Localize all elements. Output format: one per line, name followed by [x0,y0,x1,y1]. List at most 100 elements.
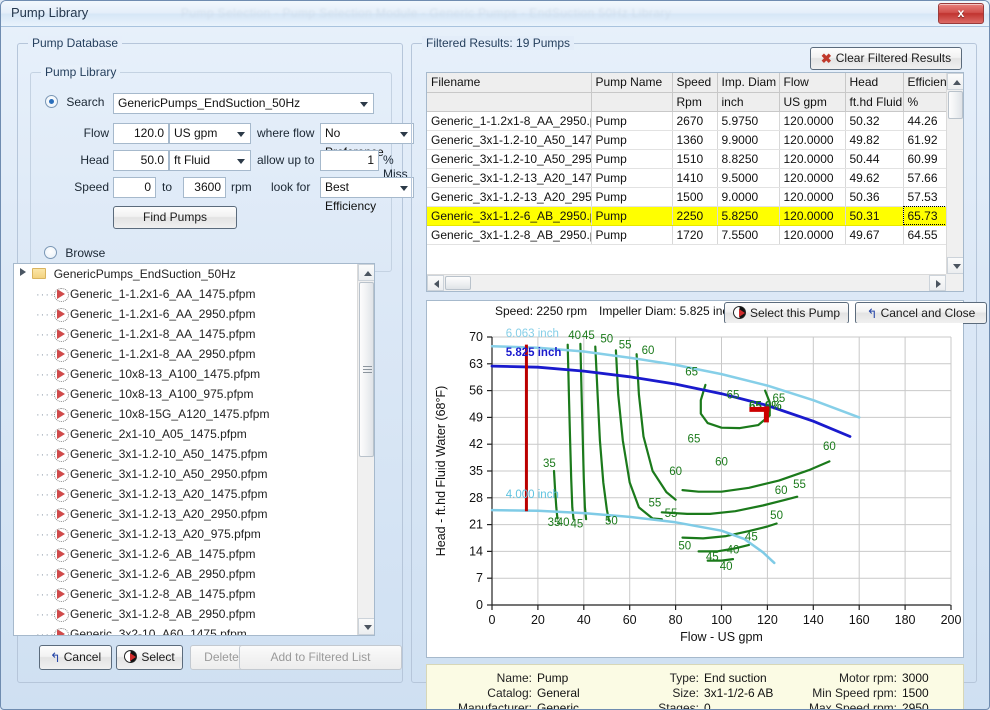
table-cell[interactable]: 65.73 [903,206,946,226]
table-cell[interactable]: 5.8250 [717,206,780,226]
table-cell[interactable]: 50.31 [845,206,904,226]
tree-item[interactable]: ···· Generic_3x1-1.2-10_A50_1475.pfpm [14,444,357,464]
tree-vertical-scrollbar[interactable] [357,264,374,635]
table-cell[interactable]: Generic_3x1-1.2-13_A20_1475.p [427,168,592,188]
table-cell[interactable]: 1410 [672,168,718,188]
table-row[interactable]: Generic_3x1-1.2-13_A20_1475.p Pump 1410 9.5… [427,168,946,188]
clear-filtered-results-button[interactable]: ✖ Clear Filtered Results [810,47,962,70]
scroll-up-icon[interactable] [947,73,963,90]
table-cell[interactable]: Generic_3x1-1.2-13_A20_2950.p [427,187,592,207]
cancel-and-close-button[interactable]: ↰ Cancel and Close [855,302,987,324]
table-cell[interactable]: Pump [591,206,673,226]
table-cell[interactable]: 60.99 [903,149,946,169]
add-to-filtered-list-button[interactable]: Add to Filtered List [239,645,402,670]
scroll-down-icon[interactable] [358,618,374,635]
table-cell[interactable]: 1510 [672,149,718,169]
browse-radio-button[interactable] [44,246,57,259]
head-input[interactable]: 50.0 [113,150,169,171]
table-cell[interactable]: 120.0000 [779,225,846,245]
table-cell[interactable]: 120.0000 [779,206,846,226]
table-cell[interactable]: 49.62 [845,168,904,188]
table-row[interactable]: Generic_3x1-1.2-6_AB_2950.pfp Pump 2250 5.8… [427,206,946,226]
table-cell[interactable]: 57.53 [903,187,946,207]
table-cell[interactable]: 9.0000 [717,187,780,207]
table-cell[interactable]: 2670 [672,111,718,131]
table-row[interactable]: Generic_3x1-1.2-10_A50_2950.p Pump 1510 8.8… [427,149,946,169]
table-row[interactable]: Generic_3x1-1.2-8_AB_2950.pfp Pump 1720 7.5… [427,225,946,245]
pump-file-tree[interactable]: GenericPumps_EndSuction_50Hz ···· Generic… [13,263,375,636]
table-cell[interactable]: Generic_3x1-1.2-10_A50_2950.p [427,149,592,169]
table-cell[interactable]: 9.9000 [717,130,780,150]
scroll-right-icon[interactable] [929,275,946,291]
table-cell[interactable]: Pump [591,168,673,188]
grid-column-header[interactable]: Efficiency [903,73,946,93]
tree-item[interactable]: ···· Generic_3x2-10_A60_1475.pfpm [14,624,357,635]
tree-item[interactable]: ···· Generic_1-1.2x1-6_AA_1475.pfpm [14,284,357,304]
select-this-pump-button[interactable]: Select this Pump [724,302,849,324]
table-cell[interactable]: 9.5000 [717,168,780,188]
table-cell[interactable]: Pump [591,187,673,207]
table-cell[interactable]: 50.36 [845,187,904,207]
grid-column-header[interactable]: Pump Name [591,73,673,93]
tree-item[interactable]: ···· Generic_3x1-1.2-6_AB_1475.pfpm [14,544,357,564]
grid-column-header[interactable]: Flow [779,73,846,93]
table-cell[interactable]: 64.55 [903,225,946,245]
table-row[interactable]: Generic_3x1-1.2-10_A50_1475.p Pump 1360 9.9… [427,130,946,150]
library-select[interactable]: GenericPumps_EndSuction_50Hz [113,93,374,114]
close-button[interactable]: x [938,3,984,24]
table-cell[interactable]: Pump [591,149,673,169]
scroll-left-icon[interactable] [427,275,444,291]
tree-item[interactable]: ···· Generic_3x1-1.2-13_A20_2950.pfpm [14,504,357,524]
table-cell[interactable]: 7.5500 [717,225,780,245]
table-cell[interactable]: 61.92 [903,130,946,150]
table-cell[interactable]: Generic_3x1-1.2-8_AB_2950.pfp [427,225,592,245]
table-cell[interactable]: 1720 [672,225,718,245]
table-cell[interactable]: Pump [591,111,673,131]
find-pumps-button[interactable]: Find Pumps [113,206,237,229]
tree-item[interactable]: ···· Generic_3x1-1.2-8_AB_1475.pfpm [14,584,357,604]
grid-scroll-thumb[interactable] [948,91,963,119]
table-cell[interactable]: Generic_3x1-1.2-6_AB_2950.pfp [427,206,592,226]
scroll-up-icon[interactable] [358,264,374,281]
tree-item[interactable]: ···· Generic_3x1-1.2-8_AB_2950.pfpm [14,604,357,624]
flow-unit-select[interactable]: US gpm [169,123,251,144]
speed-to-input[interactable]: 3600 [183,177,226,198]
grid-column-header[interactable]: Head [845,73,904,93]
table-row[interactable]: Generic_1-1.2x1-8_AA_2950.pfp Pump 2670 5.9… [427,111,946,131]
table-cell[interactable]: 8.8250 [717,149,780,169]
table-cell[interactable]: 44.26 [903,111,946,131]
search-radio-button[interactable] [45,95,58,108]
grid-hscroll-thumb[interactable] [445,276,471,290]
table-row[interactable]: Generic_3x1-1.2-13_A20_2950.p Pump 1500 9.0… [427,187,946,207]
table-cell[interactable]: 50.32 [845,111,904,131]
grid-column-header[interactable]: Filename [427,73,592,93]
tree-item[interactable]: ···· Generic_2x1-10_A05_1475.pfpm [14,424,357,444]
table-cell[interactable]: 120.0000 [779,168,846,188]
cancel-button[interactable]: ↰ Cancel [39,645,112,670]
head-unit-select[interactable]: ft Fluid [169,150,251,171]
table-cell[interactable]: Pump [591,130,673,150]
tree-item[interactable]: ···· Generic_1-1.2x1-6_AA_2950.pfpm [14,304,357,324]
table-cell[interactable]: 49.82 [845,130,904,150]
table-cell[interactable]: 1500 [672,187,718,207]
grid-column-header[interactable]: Speed [672,73,718,93]
grid-header-row[interactable]: Filename Pump Name Speed Imp. Diam Flow Head E… [427,73,946,93]
table-cell[interactable]: 120.0000 [779,149,846,169]
look-for-select[interactable]: Best Efficiency [320,177,414,213]
tree-root-node[interactable]: GenericPumps_EndSuction_50Hz [14,264,357,284]
grid-vertical-scrollbar[interactable] [946,73,963,291]
table-cell[interactable]: 5.9750 [717,111,780,131]
tree-item[interactable]: ···· Generic_3x1-1.2-6_AB_2950.pfpm [14,564,357,584]
table-cell[interactable]: 120.0000 [779,187,846,207]
table-cell[interactable]: 50.44 [845,149,904,169]
browse-radio[interactable]: Browse [44,246,105,260]
allow-miss-input[interactable]: 1 [320,150,379,171]
table-cell[interactable]: Generic_1-1.2x1-8_AA_2950.pfp [427,111,592,131]
table-cell[interactable]: 2250 [672,206,718,226]
table-cell[interactable]: Generic_3x1-1.2-10_A50_1475.p [427,130,592,150]
table-cell[interactable]: 57.66 [903,168,946,188]
table-cell[interactable]: 120.0000 [779,130,846,150]
tree-item[interactable]: ···· Generic_3x1-1.2-13_A20_975.pfpm [14,524,357,544]
scroll-down-icon[interactable] [947,257,963,274]
filtered-results-grid[interactable]: Filename Pump Name Speed Imp. Diam Flow Head E… [426,72,964,292]
